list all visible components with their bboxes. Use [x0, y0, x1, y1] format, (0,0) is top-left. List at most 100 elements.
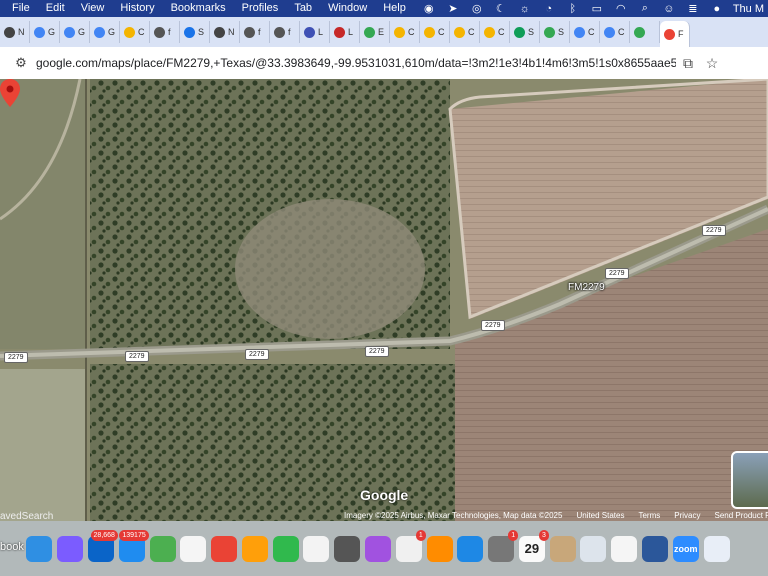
- menu-window[interactable]: Window: [320, 0, 375, 17]
- dock-app-mail-icon[interactable]: 139175: [118, 529, 149, 562]
- menu-profiles[interactable]: Profiles: [234, 0, 287, 17]
- dock-app-outlook-icon[interactable]: 28,668: [87, 529, 118, 562]
- speed-icon[interactable]: ◔: [537, 0, 561, 17]
- tab-label: C: [138, 27, 145, 37]
- menu-edit[interactable]: Edit: [38, 0, 73, 17]
- site-info-icon[interactable]: ⚙: [10, 52, 32, 74]
- tab-label: S: [528, 27, 535, 37]
- browser-tab[interactable]: C: [570, 21, 600, 43]
- tab-label: C: [498, 27, 505, 37]
- browser-tab[interactable]: [630, 21, 660, 43]
- tab-favicon-icon: [154, 26, 165, 38]
- dock-app-maps-icon[interactable]: [149, 535, 176, 562]
- tab-favicon-icon: [604, 26, 615, 38]
- tab-favicon-icon: [334, 26, 345, 38]
- browser-tab[interactable]: N: [0, 21, 30, 43]
- tab-label: N: [228, 27, 235, 37]
- browser-tab[interactable]: G: [30, 21, 60, 43]
- dock-app-preview-icon[interactable]: [580, 535, 607, 562]
- browser-tab[interactable]: G: [90, 21, 120, 43]
- menu-help[interactable]: Help: [375, 0, 414, 17]
- dock-app-word-icon[interactable]: [642, 535, 669, 562]
- clock[interactable]: Thu M: [729, 3, 768, 15]
- dock-app-calendar-icon[interactable]: 29 3: [518, 529, 549, 562]
- battery-icon[interactable]: ▭: [585, 0, 609, 17]
- search-icon[interactable]: ⌕: [633, 0, 657, 17]
- tab-label: G: [78, 27, 86, 37]
- menu-file[interactable]: File: [0, 0, 38, 17]
- menu-tab[interactable]: Tab: [286, 0, 320, 17]
- screen-recording-icon[interactable]: ◉: [417, 0, 441, 17]
- tab-favicon-icon: [34, 26, 45, 38]
- road-shield: 2279: [365, 346, 389, 357]
- moon-icon[interactable]: ☾: [489, 0, 513, 17]
- notification-badge: 28,668: [90, 529, 118, 541]
- browser-tab[interactable]: S: [510, 21, 540, 43]
- terms-link[interactable]: Terms: [638, 511, 660, 520]
- feedback-link[interactable]: Send Product Feedback: [714, 511, 768, 520]
- tab-favicon-icon: [124, 26, 135, 38]
- tab-label: C: [468, 27, 475, 37]
- wifi-icon[interactable]: ◠: [609, 0, 633, 17]
- browser-tab[interactable]: S: [540, 21, 570, 43]
- dock-app-app-store-icon[interactable]: [457, 535, 484, 562]
- dock-icon-text: zoom: [674, 543, 698, 554]
- bookmark-star-icon[interactable]: ☆: [700, 51, 724, 75]
- siri-icon[interactable]: ●: [705, 0, 729, 17]
- dock-app-system-settings-icon[interactable]: 1: [488, 529, 519, 562]
- dock-app-finder-icon[interactable]: [26, 535, 53, 562]
- browser-tab[interactable]: N: [210, 21, 240, 43]
- sun-icon[interactable]: ☼: [513, 0, 537, 17]
- dock-app-news-icon[interactable]: [303, 535, 330, 562]
- dock-left-label: book: [0, 541, 24, 553]
- hotspot-icon[interactable]: ◎: [465, 0, 489, 17]
- dock-app-safari-icon[interactable]: [703, 535, 730, 562]
- satellite-map[interactable]: 2279 2279 2279 2279 2279 2279 2279 FM227…: [0, 79, 768, 521]
- browser-tab[interactable]: S: [180, 21, 210, 43]
- browser-tab[interactable]: E: [360, 21, 390, 43]
- dock-app-contacts-icon[interactable]: [549, 535, 576, 562]
- control-center-icon[interactable]: ≣: [681, 0, 705, 17]
- pin-label[interactable]: FM2279: [568, 282, 605, 293]
- dock-app-zoom-icon[interactable]: zoom: [672, 535, 699, 562]
- tab-favicon-icon: [184, 26, 195, 38]
- bluetooth-icon[interactable]: ᛒ: [561, 0, 585, 17]
- dock-app-messenger-icon[interactable]: [57, 535, 84, 562]
- dock-app-books-icon[interactable]: [426, 535, 453, 562]
- browser-tab[interactable]: G: [60, 21, 90, 43]
- dock-app-numbers-icon[interactable]: [272, 535, 299, 562]
- address-bar[interactable]: google.com/maps/place/FM2279,+Texas/@33.…: [36, 56, 676, 70]
- privacy-link[interactable]: Privacy: [674, 511, 700, 520]
- dock-app-pages-icon[interactable]: [241, 535, 268, 562]
- dock-app-health-icon[interactable]: [611, 535, 638, 562]
- street-view-thumbnail[interactable]: [731, 451, 768, 509]
- browser-tab[interactable]: C: [600, 21, 630, 43]
- browser-tab[interactable]: f: [240, 21, 270, 43]
- browser-tab[interactable]: C: [480, 21, 510, 43]
- place-pin-icon[interactable]: [0, 79, 20, 107]
- browser-tab[interactable]: C: [420, 21, 450, 43]
- browser-tab[interactable]: f: [150, 21, 180, 43]
- menu-history[interactable]: History: [112, 0, 162, 17]
- tab-favicon-icon: [244, 26, 255, 38]
- dock-app-podcasts-icon[interactable]: [364, 535, 391, 562]
- dock-app-photos-icon[interactable]: 1: [395, 529, 426, 562]
- dock-app-reminders-icon[interactable]: [180, 535, 207, 562]
- menu-view[interactable]: View: [73, 0, 113, 17]
- region-link[interactable]: United States: [576, 511, 624, 520]
- menu-bookmarks[interactable]: Bookmarks: [163, 0, 234, 17]
- browser-tab[interactable]: C: [390, 21, 420, 43]
- user-icon[interactable]: ☺: [657, 0, 681, 17]
- location-icon[interactable]: ➤: [441, 0, 465, 17]
- google-watermark: Google: [360, 487, 409, 503]
- install-app-icon[interactable]: ⧉: [676, 51, 700, 75]
- browser-tab[interactable]: F: [660, 21, 690, 47]
- tab-label: G: [108, 27, 116, 37]
- dock-app-chrome-icon[interactable]: [211, 535, 238, 562]
- browser-tab[interactable]: C: [450, 21, 480, 43]
- browser-tab[interactable]: L: [330, 21, 360, 43]
- browser-tab[interactable]: L: [300, 21, 330, 43]
- browser-tab[interactable]: C: [120, 21, 150, 43]
- dock-app-printer-icon[interactable]: [334, 535, 361, 562]
- browser-tab[interactable]: f: [270, 21, 300, 43]
